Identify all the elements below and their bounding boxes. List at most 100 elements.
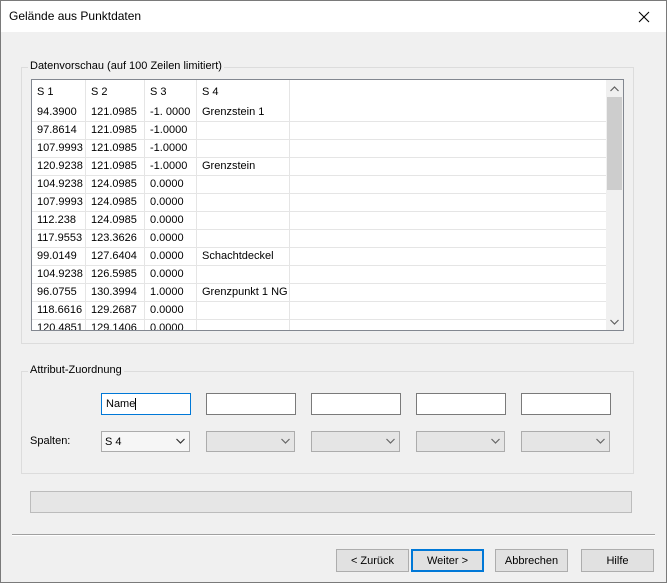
table-cell: 0.0000 — [145, 176, 197, 193]
column-header[interactable]: S 2 — [86, 80, 145, 104]
table-cell: Grenzstein 1 — [197, 104, 290, 121]
table-cell: 121.0985 — [86, 122, 145, 139]
attribute-group-label: Attribut-Zuordnung — [28, 364, 124, 376]
table-cell: 0.0000 — [145, 266, 197, 283]
column-select-3[interactable] — [311, 431, 400, 452]
table-row[interactable]: 112.238 124.0985 0.0000 — [32, 212, 606, 230]
table-cell — [197, 194, 290, 211]
table-cell: 120.9238 — [32, 158, 86, 175]
vertical-scrollbar[interactable] — [606, 80, 623, 330]
table-cell: 129.1406 — [86, 320, 145, 330]
table-cell: 94.3900 — [32, 104, 86, 121]
table-cell: 120.4851 — [32, 320, 86, 330]
table-row[interactable]: 104.9238 126.5985 0.0000 — [32, 266, 606, 284]
table-cell: 130.3994 — [86, 284, 145, 301]
table-row[interactable]: 120.9238 121.0985 -1.0000 Grenzstein — [32, 158, 606, 176]
column-header[interactable]: S 1 — [32, 80, 86, 104]
table-row[interactable]: 104.9238 124.0985 0.0000 — [32, 176, 606, 194]
column-select-4[interactable] — [416, 431, 505, 452]
chevron-down-icon — [281, 438, 290, 444]
table-cell: 121.0985 — [86, 104, 145, 121]
table-cell: 118.6616 — [32, 302, 86, 319]
table-cell: -1.0000 — [145, 122, 197, 139]
table-cell: 0.0000 — [145, 320, 197, 330]
help-button-label: Hilfe — [606, 554, 629, 567]
table-cell: 107.9993 — [32, 194, 86, 211]
cancel-button-label: Abbrechen — [504, 554, 559, 567]
back-button[interactable]: < Zurück — [336, 549, 409, 572]
field-value: Name — [106, 398, 136, 410]
close-icon — [638, 11, 650, 22]
chevron-down-icon — [596, 438, 605, 444]
table-cell: 0.0000 — [145, 248, 197, 265]
title-bar: Gelände aus Punktdaten — [1, 1, 666, 32]
progress-bar — [30, 491, 632, 513]
table-cell: 121.0985 — [86, 158, 145, 175]
table-cell: 127.6404 — [86, 248, 145, 265]
table-cell: 107.9993 — [32, 140, 86, 157]
list-rows: 94.3900 121.0985 -1. 0000 Grenzstein 1 97.86… — [32, 104, 606, 330]
table-cell: 104.9238 — [32, 176, 86, 193]
back-button-label: < Zurück — [350, 554, 395, 567]
data-preview-list[interactable]: S 1 S 2 S 3 S 4 94.3900 121.0985 -1. 0000 G… — [31, 79, 624, 331]
table-cell: 112.238 — [32, 212, 86, 229]
column-header[interactable]: S 4 — [197, 80, 290, 104]
table-cell: 99.0149 — [32, 248, 86, 265]
cancel-button[interactable]: Abbrechen — [495, 549, 568, 572]
table-cell — [197, 212, 290, 229]
combo-value: S 4 — [105, 436, 122, 448]
scroll-up-button[interactable] — [606, 80, 623, 97]
table-row[interactable]: 117.9553 123.3626 0.0000 — [32, 230, 606, 248]
table-cell: Schachtdeckel — [197, 248, 290, 265]
spalten-label: Spalten: — [30, 435, 71, 447]
table-cell — [197, 230, 290, 247]
chevron-down-icon — [610, 319, 619, 325]
chevron-down-icon — [176, 438, 185, 444]
table-row[interactable]: 107.9993 121.0985 -1.0000 — [32, 140, 606, 158]
table-cell: -1.0000 — [145, 158, 197, 175]
attribute-name-field-3[interactable] — [311, 393, 401, 415]
separator — [12, 534, 655, 536]
table-row[interactable]: 96.0755 130.3994 1.0000 Grenzpunkt 1 NG — [32, 284, 606, 302]
table-cell — [197, 176, 290, 193]
table-row[interactable]: 107.9993 124.0985 0.0000 — [32, 194, 606, 212]
column-select-5[interactable] — [521, 431, 610, 452]
attribute-name-field-5[interactable] — [521, 393, 611, 415]
table-cell: 1.0000 — [145, 284, 197, 301]
table-row[interactable]: 118.6616 129.2687 0.0000 — [32, 302, 606, 320]
table-cell: 126.5985 — [86, 266, 145, 283]
next-button-label: Weiter > — [426, 554, 469, 567]
table-cell: 0.0000 — [145, 230, 197, 247]
table-cell: Grenzpunkt 1 NG — [197, 284, 290, 301]
help-button[interactable]: Hilfe — [581, 549, 654, 572]
table-cell — [197, 122, 290, 139]
close-button[interactable] — [622, 1, 666, 32]
next-button[interactable]: Weiter > — [411, 549, 484, 572]
scroll-thumb[interactable] — [607, 97, 622, 190]
chevron-down-icon — [491, 438, 500, 444]
table-row[interactable]: 94.3900 121.0985 -1. 0000 Grenzstein 1 — [32, 104, 606, 122]
table-cell: Grenzstein — [197, 158, 290, 175]
column-select-1[interactable]: S 4 — [101, 431, 190, 452]
table-cell: 121.0985 — [86, 140, 145, 157]
table-row[interactable]: 120.4851 129.1406 0.0000 — [32, 320, 606, 330]
table-cell: 0.0000 — [145, 212, 197, 229]
list-header: S 1 S 2 S 3 S 4 — [32, 80, 606, 104]
table-cell: -1.0000 — [145, 140, 197, 157]
attribute-name-field-4[interactable] — [416, 393, 506, 415]
table-cell: 124.0985 — [86, 212, 145, 229]
table-cell — [197, 320, 290, 330]
table-cell: 0.0000 — [145, 302, 197, 319]
table-cell: 123.3626 — [86, 230, 145, 247]
table-row[interactable]: 97.8614 121.0985 -1.0000 — [32, 122, 606, 140]
column-header[interactable]: S 3 — [145, 80, 197, 104]
chevron-down-icon — [386, 438, 395, 444]
column-select-2[interactable] — [206, 431, 295, 452]
table-row[interactable]: 99.0149 127.6404 0.0000 Schachtdeckel — [32, 248, 606, 266]
attribute-name-field-1[interactable]: Name — [101, 393, 191, 415]
table-cell: 117.9553 — [32, 230, 86, 247]
attribute-name-field-2[interactable] — [206, 393, 296, 415]
scroll-down-button[interactable] — [606, 313, 623, 330]
table-cell — [197, 140, 290, 157]
preview-group-label: Datenvorschau (auf 100 Zeilen limitiert) — [28, 60, 224, 72]
